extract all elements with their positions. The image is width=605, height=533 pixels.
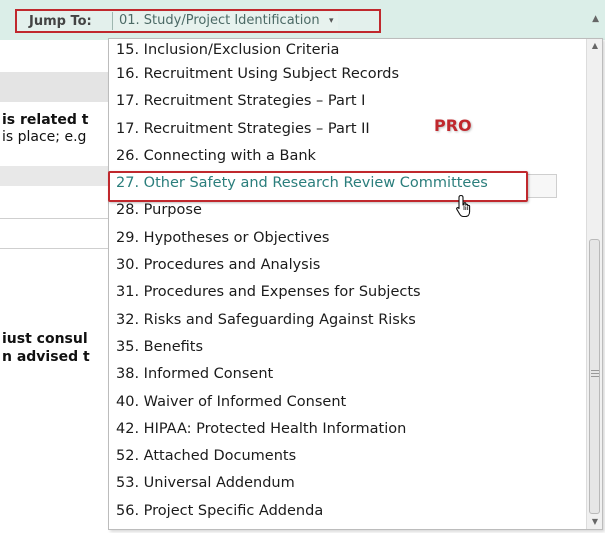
dropdown-options: 15. Inclusion/Exclusion Criteria 16. Rec…	[109, 39, 587, 525]
dropdown-option[interactable]: 52. Attached Documents	[109, 443, 587, 470]
dropdown-scrollbar[interactable]: ▲ ▼	[586, 39, 602, 529]
dropdown-option[interactable]: 38. Informed Consent	[109, 361, 587, 388]
pro-annotation-label: PRO	[434, 116, 472, 135]
page-scroll-up-icon[interactable]: ▲	[592, 14, 599, 24]
highlight-row-extension	[528, 174, 557, 198]
scroll-up-arrow-icon[interactable]: ▲	[587, 39, 602, 53]
dropdown-option[interactable]: 26. Connecting with a Bank	[109, 143, 587, 170]
background-text-line: n advised t	[2, 349, 90, 365]
dropdown-option[interactable]: 42. HIPAA: Protected Health Information	[109, 416, 587, 443]
background-section-bar	[0, 166, 110, 186]
dropdown-option[interactable]: 15. Inclusion/Exclusion Criteria	[109, 39, 587, 61]
hand-pointer-icon	[456, 194, 471, 218]
dropdown-option[interactable]: 53. Universal Addendum	[109, 470, 587, 497]
scroll-down-arrow-icon[interactable]: ▼	[587, 515, 602, 529]
dropdown-option[interactable]: 56. Project Specific Addenda	[109, 498, 587, 525]
dropdown-option[interactable]: 30. Procedures and Analysis	[109, 252, 587, 279]
jump-to-select[interactable]: 01. Study/Project Identification ▾	[112, 12, 338, 30]
dropdown-option[interactable]: 31. Procedures and Expenses for Subjects	[109, 279, 587, 306]
top-toolbar: Jump To: 01. Study/Project Identificatio…	[0, 0, 605, 40]
dropdown-option[interactable]: 32. Risks and Safeguarding Against Risks	[109, 307, 587, 334]
jump-to-dropdown-list: 15. Inclusion/Exclusion Criteria 16. Rec…	[108, 38, 603, 530]
background-text-line: is place; e.g	[2, 129, 87, 145]
jump-to-control: Jump To: 01. Study/Project Identificatio…	[15, 9, 381, 33]
dropdown-option[interactable]: 17. Recruitment Strategies – Part II	[109, 116, 587, 143]
dropdown-option[interactable]: 17. Recruitment Strategies – Part I	[109, 88, 587, 115]
background-text-line: iust consul	[2, 331, 88, 347]
jump-to-label: Jump To:	[29, 14, 92, 29]
dropdown-option[interactable]: 40. Waiver of Informed Consent	[109, 389, 587, 416]
divider	[0, 218, 110, 219]
background-text-line: is related t	[2, 112, 89, 128]
grip-icon	[591, 370, 599, 378]
dropdown-option-highlighted[interactable]: 27. Other Safety and Research Review Com…	[109, 170, 587, 197]
dropdown-option[interactable]: 16. Recruitment Using Subject Records	[109, 61, 587, 88]
divider	[0, 248, 110, 249]
background-section-header	[0, 72, 110, 102]
dropdown-option[interactable]: 29. Hypotheses or Objectives	[109, 225, 587, 252]
scrollbar-thumb[interactable]	[589, 239, 600, 514]
dropdown-option[interactable]: 28. Purpose	[109, 197, 587, 224]
dropdown-option[interactable]: 35. Benefits	[109, 334, 587, 361]
chevron-down-icon: ▾	[329, 16, 334, 26]
jump-to-selected-value: 01. Study/Project Identification	[119, 13, 320, 28]
